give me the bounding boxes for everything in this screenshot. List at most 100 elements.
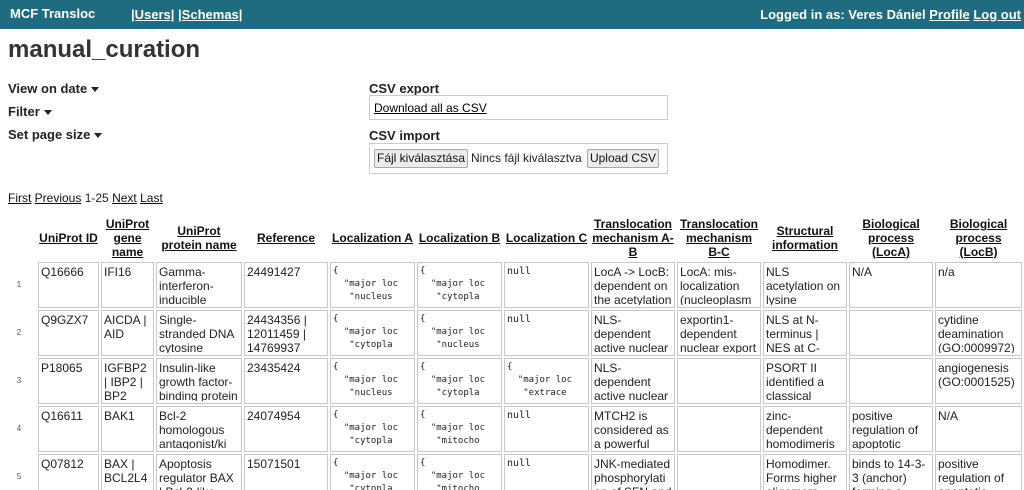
cell-localization-b[interactable]: { "major loc "cytopla [417,358,502,404]
pager-last-link[interactable]: Last [140,191,163,205]
nav-schemas-link[interactable]: |Schemas| [178,7,242,22]
cell-localization-a[interactable]: { "major loc "cytopla [330,406,415,452]
cell-protein-name[interactable]: Bcl-2 homologous antagonist/ki [156,406,242,452]
cell-bio-process-locb[interactable]: angiogenesis (GO:0001525) [935,358,1022,404]
table-row[interactable]: 5 Q07812 BAX | BCL2L4 Apoptosis regulator B… [2,454,1022,490]
download-csv-link[interactable]: Download all as CSV [374,101,487,115]
cell-uniprot-id[interactable]: Q16666 [38,262,99,308]
cell-localization-b[interactable]: { "major loc "mitocho [417,406,502,452]
filter-label: Filter [8,104,40,119]
table-row[interactable]: 1 Q16666 IFI16 Gamma-interferon-inducible 24… [2,262,1022,308]
cell-reference[interactable]: 23435424 [244,358,328,404]
pager-first-link[interactable]: First [8,191,31,205]
cell-localization-a[interactable]: { "major loc "nucleus [330,358,415,404]
cell-reference[interactable]: 24434356 | 12011459 | 14769937 [244,310,328,356]
cell-localization-b[interactable]: { "major loc "nucleus [417,310,502,356]
cell-localization-a[interactable]: { "major loc "cytopla [330,454,415,490]
page-size-dropdown[interactable]: Set page size [8,127,103,142]
header-structural-info[interactable]: Structural information [763,216,847,260]
pager-next-link[interactable]: Next [112,191,137,205]
cell-reference[interactable]: 15071501 [244,454,328,490]
header-bio-process-locb[interactable]: Biological process (LocB) [935,216,1022,260]
cell-mechanism-bc[interactable] [677,358,761,404]
table-row[interactable]: 3 P18065 IGFBP2 | IBP2 | BP2 Insulin-like g… [2,358,1022,404]
cell-localization-b-text: { "major loc "mitocho [420,410,486,446]
cell-localization-c[interactable]: { "major loc "extrace [504,358,589,404]
cell-mechanism-ab[interactable]: MTCH2 is considered as a powerful [591,406,675,452]
header-reference[interactable]: Reference [244,216,328,260]
cell-bio-process-locb[interactable]: cytidine deamination (GO:0009972) [935,310,1022,356]
cell-localization-a[interactable]: { "major loc "nucleus [330,262,415,308]
cell-protein-name[interactable]: Apoptosis regulator BAX | Bcl-2-like [156,454,242,490]
table-row[interactable]: 2 Q9GZX7 AICDA | AID Single-stranded DNA cy… [2,310,1022,356]
cell-protein-name[interactable]: Single-stranded DNA cytosine [156,310,242,356]
cell-structural-info[interactable]: NLS at N-terminus | NES at C-terminus [763,310,847,356]
cell-localization-c[interactable]: null [504,310,589,356]
header-mechanism-bc[interactable]: Translocation mechanism B-C [677,216,761,260]
cell-bio-process-loca-text [852,313,930,353]
cell-uniprot-id-text: Q07812 [41,457,84,471]
cell-protein-name[interactable]: Insulin-like growth factor-binding prote… [156,358,242,404]
cell-protein-name-text: Apoptosis regulator BAX | Bcl-2-like [159,457,234,490]
header-bio-process-loca[interactable]: Biological process (LocA) [849,216,933,260]
cell-protein-name[interactable]: Gamma-interferon-inducible [156,262,242,308]
cell-bio-process-locb[interactable]: n/a [935,262,1022,308]
header-mechanism-ab[interactable]: Translocation mechanism A-B [591,216,675,260]
cell-mechanism-bc[interactable]: LocA: mis-localization (nucleoplasm [677,262,761,308]
cell-gene-name-text: IGFBP2 | IBP2 | BP2 [104,361,147,401]
cell-structural-info[interactable]: Homodimer. Forms higher oligomers [763,454,847,490]
profile-link[interactable]: Profile [929,7,969,22]
choose-file-button[interactable]: Fájl kiválasztása [374,149,468,168]
cell-mechanism-bc[interactable]: exportin1-dependent nuclear export [677,310,761,356]
cell-localization-a[interactable]: { "major loc "cytopla [330,310,415,356]
upload-csv-button[interactable]: Upload CSV [587,149,659,168]
cell-mechanism-ab[interactable]: LocA -> LocB: dependent on the acetylati… [591,262,675,308]
cell-uniprot-id[interactable]: P18065 [38,358,99,404]
cell-uniprot-id[interactable]: Q07812 [38,454,99,490]
filter-dropdown[interactable]: Filter [8,104,52,119]
cell-localization-c[interactable]: null [504,454,589,490]
header-uniprot-id[interactable]: UniProt ID [38,216,99,260]
cell-structural-info[interactable]: NLS acetylation on lysine residues [763,262,847,308]
cell-gene-name[interactable]: BAK1 [101,406,154,452]
cell-gene-name[interactable]: BAX | BCL2L4 [101,454,154,490]
cell-mechanism-ab[interactable]: NLS-dependent active nuclear [591,358,675,404]
cell-structural-info[interactable]: zinc-dependent homodimeris [763,406,847,452]
cell-localization-c[interactable]: null [504,262,589,308]
cell-bio-process-loca[interactable]: binds to 14-3-3 (anchor) forming a [849,454,933,490]
cell-bio-process-loca[interactable] [849,310,933,356]
cell-gene-name[interactable]: IFI16 [101,262,154,308]
header-localization-b[interactable]: Localization B [417,216,502,260]
cell-bio-process-loca[interactable] [849,358,933,404]
logout-link[interactable]: Log out [973,7,1021,22]
cell-localization-c[interactable]: null [504,406,589,452]
view-on-date-dropdown[interactable]: View on date [8,81,100,96]
cell-uniprot-id[interactable]: Q9GZX7 [38,310,99,356]
cell-gene-name[interactable]: IGFBP2 | IBP2 | BP2 [101,358,154,404]
cell-reference[interactable]: 24491427 [244,262,328,308]
cell-localization-a-text: { "major loc "cytopla [333,314,399,350]
cell-bio-process-loca[interactable]: N/A [849,262,933,308]
header-gene-name[interactable]: UniProt gene name [101,216,154,260]
cell-structural-info[interactable]: PSORT II identified a classical [763,358,847,404]
cell-mechanism-ab[interactable]: JNK-mediated phosphorylati on of SFN and [591,454,675,490]
cell-mechanism-bc[interactable] [677,454,761,490]
app-brand[interactable]: MCF Transloc [10,6,95,21]
header-localization-c[interactable]: Localization C [504,216,589,260]
pager-previous-link[interactable]: Previous [35,191,82,205]
cell-bio-process-locb[interactable]: N/A [935,406,1022,452]
cell-localization-b[interactable]: { "major loc "cytopla [417,262,502,308]
nav-users-link[interactable]: |Users| [131,7,174,22]
cell-mechanism-bc[interactable] [677,406,761,452]
table-row[interactable]: 4 Q16611 BAK1 Bcl-2 homologous antagonist/k… [2,406,1022,452]
header-protein-name[interactable]: UniProt protein name [156,216,242,260]
cell-localization-a-text: { "major loc "nucleus [333,362,399,398]
cell-gene-name[interactable]: AICDA | AID [101,310,154,356]
cell-bio-process-locb[interactable]: positive regulation of apoptotic [935,454,1022,490]
header-localization-a[interactable]: Localization A [330,216,415,260]
cell-reference[interactable]: 24074954 [244,406,328,452]
cell-mechanism-ab[interactable]: NLS-dependent active nuclear [591,310,675,356]
cell-bio-process-loca[interactable]: positive regulation of apoptotic [849,406,933,452]
cell-uniprot-id[interactable]: Q16611 [38,406,99,452]
cell-localization-b[interactable]: { "major loc "mitocho [417,454,502,490]
